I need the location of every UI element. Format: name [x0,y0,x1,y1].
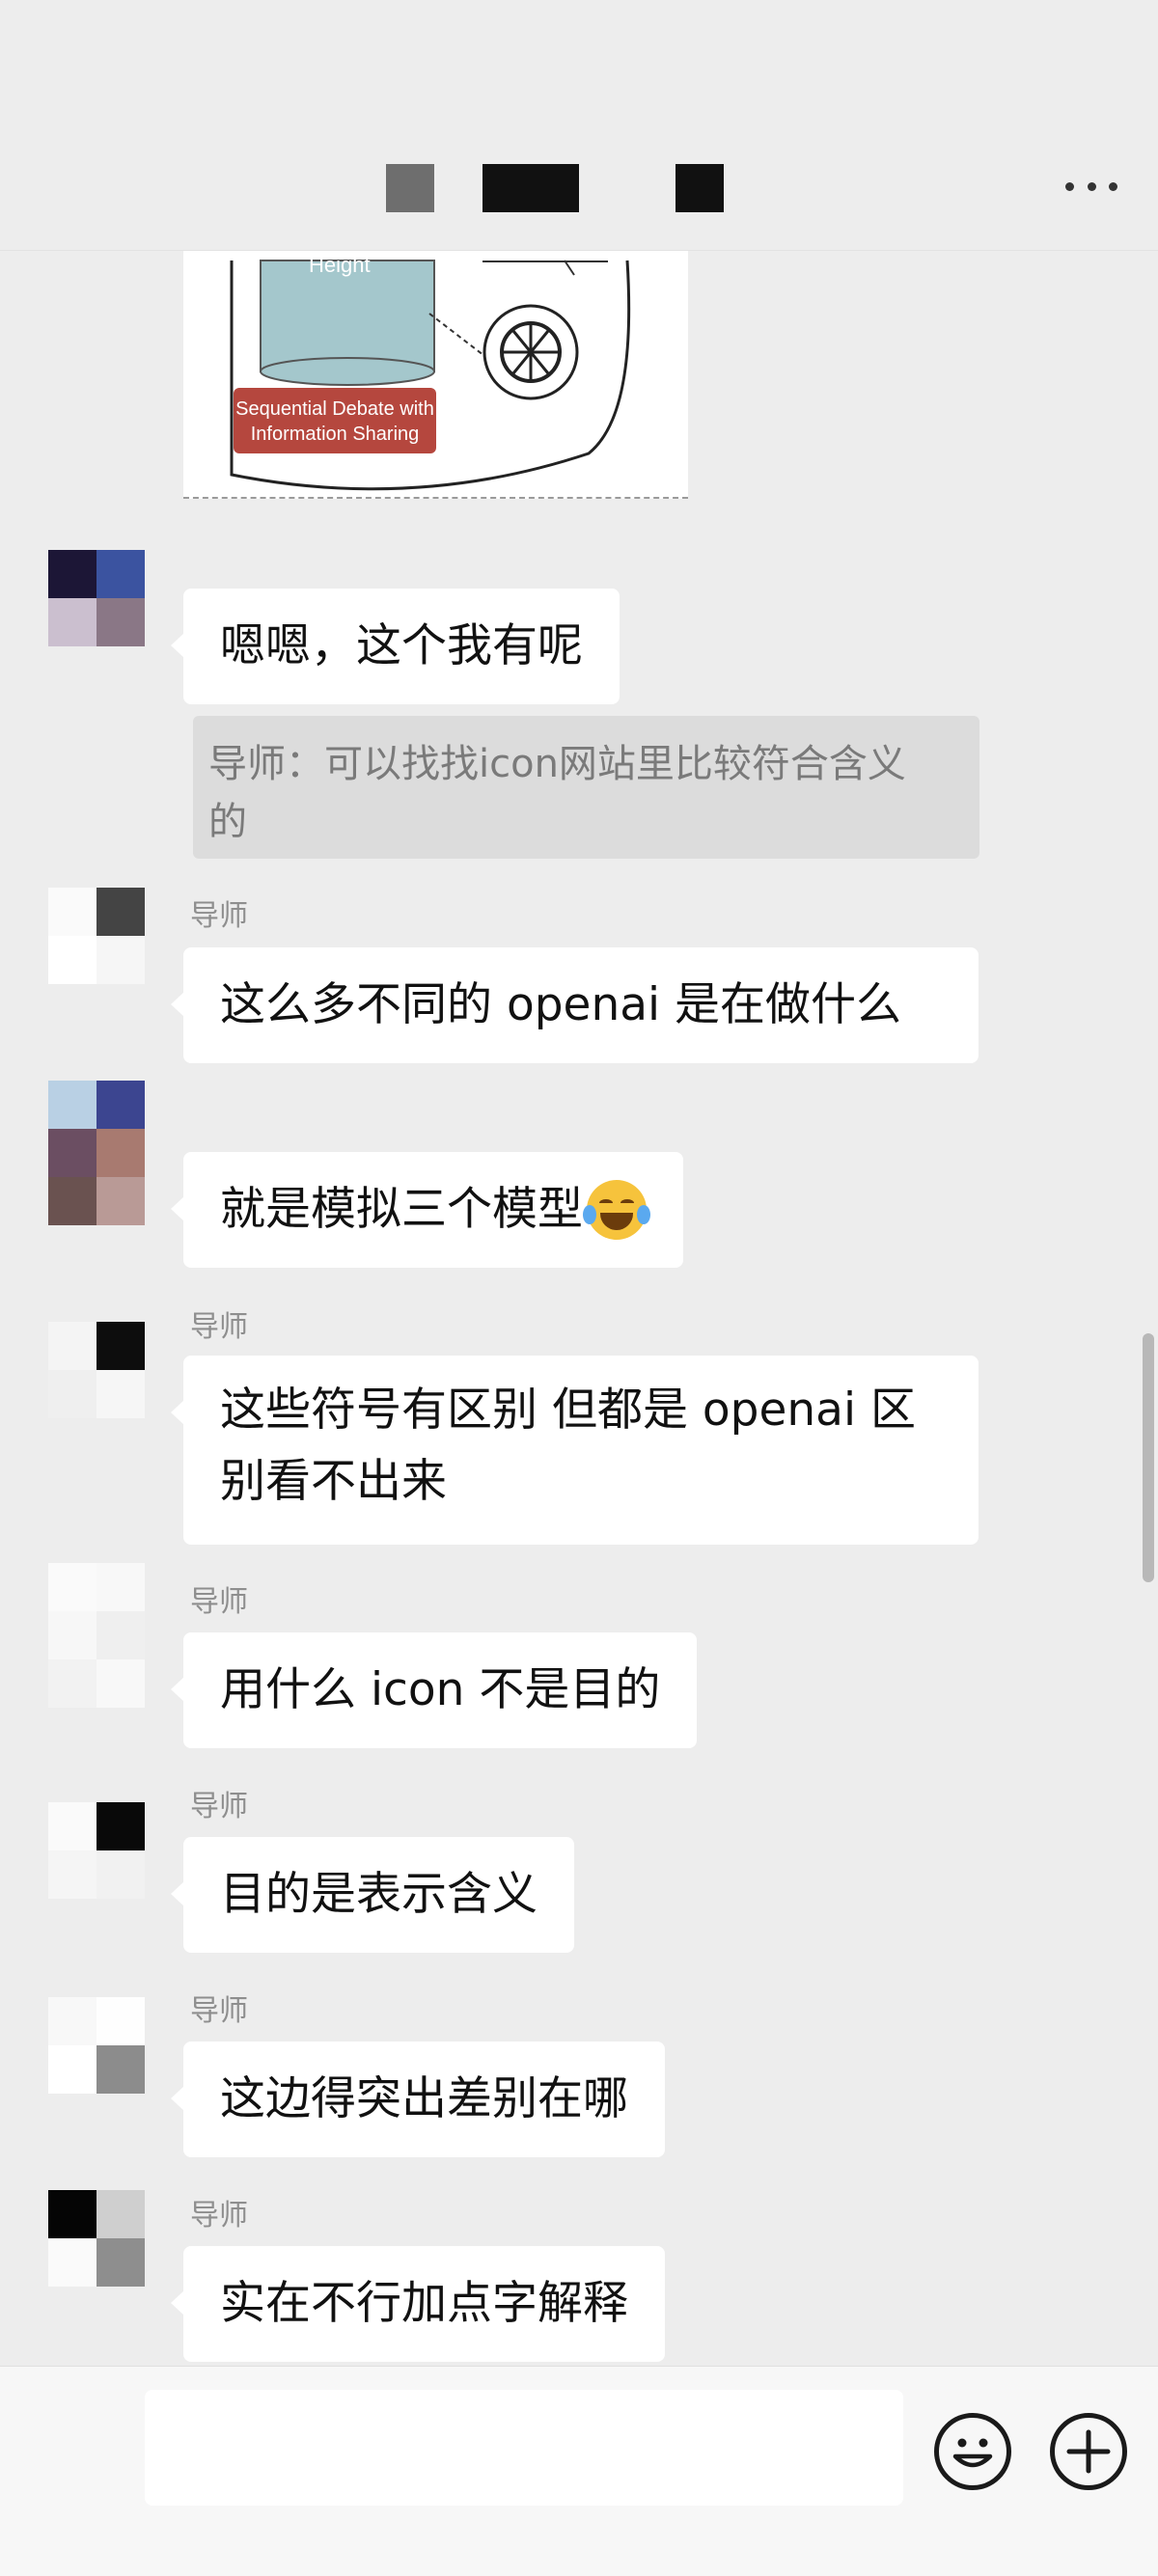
plus-glyph [1066,2429,1111,2474]
message-text: 这么多不同的 openai 是在做什么 [220,978,902,1031]
title-redacted-1 [386,164,434,212]
dot-icon [1087,181,1096,191]
message-text-line-2: 别看不出来 [220,1455,447,1508]
quote-line-1: 导师：可以找找icon网站里比较符合含义 [208,742,906,786]
cylinder-label: Height [309,253,371,277]
avatar[interactable] [48,1081,145,1225]
avatar[interactable] [48,550,145,646]
chat-screen: Height Sequential Debate with Informatio… [0,0,1158,2576]
message-text: 嗯嗯，这个我有呢 [220,619,583,672]
message-text-line-1: 这些符号有区别 但都是 openai 区 [220,1384,916,1437]
avatar[interactable] [48,2190,145,2287]
top-line [482,260,608,262]
avatar[interactable] [48,1322,145,1418]
message-bubble[interactable]: 就是模拟三个模型 [171,1152,683,1268]
message-bubble[interactable]: 用什么 icon 不是目的 [170,1632,698,1748]
avatar[interactable] [48,1563,145,1708]
dot-icon [1109,181,1117,191]
chat-header [0,145,1158,251]
caption-line-2: Information Sharing [251,424,420,445]
message-text: 这边得突出差别在哪 [220,2072,628,2125]
message-bubble[interactable]: 目的是表示含义 [171,1837,574,1953]
tears-of-joy-emoji [583,1180,650,1240]
message-text: 实在不行加点字解释 [220,2277,628,2330]
message-bubble[interactable]: 实在不行加点字解释 [171,2246,665,2362]
title-redacted-2 [482,164,579,212]
avatar[interactable] [48,1802,145,1899]
dot-icon [1065,181,1074,191]
dashed-connector [428,313,493,363]
cylinder-body [260,260,435,372]
input-bar [0,2366,1158,2576]
image-message[interactable]: Height Sequential Debate with Informatio… [183,222,688,499]
message-input[interactable] [145,2390,903,2506]
message-bubble[interactable]: 嗯嗯，这个我有呢 [171,589,620,704]
message-bubble[interactable]: 这么多不同的 openai 是在做什么 [171,947,979,1063]
sender-name: 导师 [190,1310,248,1344]
sender-name: 导师 [190,1790,248,1823]
smiley-icon[interactable] [934,2413,1011,2490]
message-text: 目的是表示含义 [220,1868,538,1921]
message-text: 就是模拟三个模型 [220,1183,583,1236]
scrollbar[interactable] [1143,1333,1154,1582]
message-text: 用什么 icon 不是目的 [220,1663,661,1716]
sender-name: 导师 [190,899,248,933]
quote-line-2: 的 [208,800,247,844]
caption-line-1: Sequential Debate with [235,398,434,420]
plus-icon[interactable] [1050,2413,1127,2490]
arrow-connector [564,260,575,276]
message-bubble[interactable]: 这边得突出差别在哪 [171,2042,665,2157]
status-area [0,0,1158,145]
openai-logo-icon [482,304,579,400]
smiley-glyph [952,2438,993,2468]
sender-name: 导师 [190,1585,248,1619]
more-options-button[interactable] [1058,162,1125,210]
quoted-reply[interactable]: 导师：可以找找icon网站里比较符合含义 的 [193,716,979,859]
message-bubble[interactable]: 这些符号有区别 但都是 openai 区 别看不出来 [171,1356,979,1545]
sender-name: 导师 [190,2199,248,2233]
cylinder-base [260,357,435,386]
title-redacted-3 [676,164,724,212]
diagram-thumbnail: Height Sequential Debate with Informatio… [230,253,631,491]
avatar[interactable] [48,888,145,984]
avatar[interactable] [48,1997,145,2094]
sender-name: 导师 [190,1994,248,2028]
